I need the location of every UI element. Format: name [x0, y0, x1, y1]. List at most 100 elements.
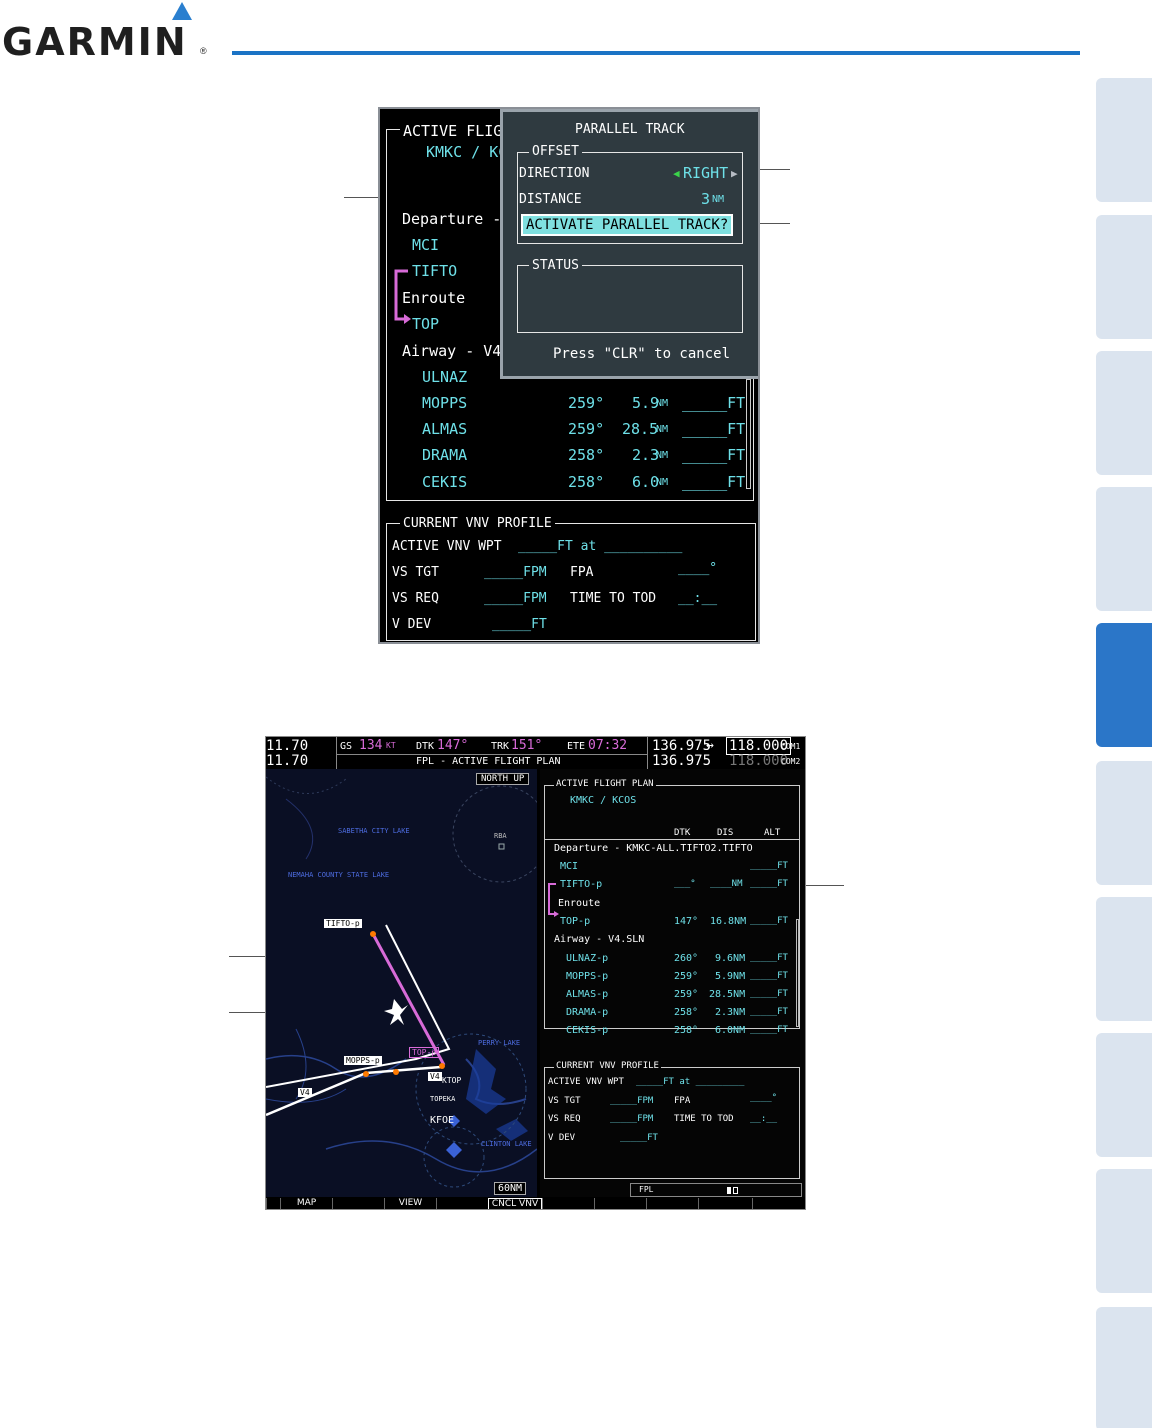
- softkey-7[interactable]: [542, 1198, 594, 1209]
- almas-alt[interactable]: _____FT: [682, 420, 745, 438]
- map-orientation-north-up[interactable]: NORTH UP: [476, 773, 530, 785]
- mfd-waypoint-ulnaz-p[interactable]: ULNAZ-p: [566, 953, 608, 964]
- softkey-map[interactable]: MAP: [280, 1198, 332, 1209]
- mfd-waypoint-mopps-p[interactable]: MOPPS-p: [566, 971, 608, 982]
- softkey-cncl-vnv[interactable]: CNCL VNV: [488, 1198, 542, 1209]
- com2-standby[interactable]: 136.975: [652, 753, 711, 769]
- mfd-departure-header: Departure - KMKC-ALL.TIFTO2.TIFTO: [554, 843, 753, 854]
- mfd-display: 11.70 11.70 GS 134 KT DTK 147° TRK 151° …: [265, 736, 806, 1210]
- section-tab-6[interactable]: [1096, 761, 1152, 885]
- mfd-drama-alt[interactable]: _____FT: [750, 1007, 788, 1017]
- map-label-mopps[interactable]: MOPPS-p: [344, 1056, 382, 1065]
- softkey-10[interactable]: [698, 1198, 752, 1209]
- vs-req-label: VS REQ: [392, 591, 439, 606]
- mfd-enroute-header: Enroute: [558, 898, 601, 909]
- active-vnv-wpt-value: _____FT at __________: [518, 539, 683, 554]
- softkey-11[interactable]: [752, 1198, 805, 1209]
- softkey-1[interactable]: [266, 1198, 280, 1209]
- section-tab-3[interactable]: [1096, 351, 1152, 475]
- gs-value: 134: [359, 738, 383, 753]
- softkey-3[interactable]: [332, 1198, 384, 1209]
- waypoint-drama[interactable]: DRAMA: [422, 446, 467, 464]
- map-range[interactable]: 60NM: [494, 1182, 527, 1195]
- softkey-9[interactable]: [646, 1198, 698, 1209]
- waypoint-almas[interactable]: ALMAS: [422, 420, 467, 438]
- vs-req-value: _____FPM: [484, 591, 547, 606]
- ete-label: ETE: [567, 741, 586, 752]
- page-group-active-icon: [727, 1187, 731, 1194]
- section-tab-5-active[interactable]: [1096, 623, 1152, 747]
- mfd-ulnaz-dis: 9.6NM: [715, 953, 746, 964]
- mfd-mopps-alt[interactable]: _____FT: [750, 971, 788, 981]
- section-tab-4[interactable]: [1096, 487, 1152, 611]
- map-label-tifto[interactable]: TIFTO-p: [324, 919, 362, 928]
- mfd-cekis-alt[interactable]: _____FT: [750, 1025, 788, 1035]
- gs-label: GS: [340, 741, 353, 752]
- mfd-tifto-alt[interactable]: _____FT: [750, 879, 788, 889]
- mopps-dis-unit: NM: [656, 398, 669, 409]
- mfd-mci-alt[interactable]: _____FT: [750, 861, 788, 871]
- garmin-logo: GARMIN: [2, 20, 188, 64]
- mfd-active-vnv-wpt-label: ACTIVE VNV WPT: [548, 1077, 624, 1087]
- nav2-frequency[interactable]: 11.70: [266, 753, 308, 769]
- distance-value[interactable]: 3: [701, 190, 710, 208]
- column-dis: DIS: [717, 828, 734, 838]
- nav1-frequency[interactable]: 11.70: [266, 738, 308, 754]
- section-tab-10[interactable]: [1096, 1307, 1152, 1428]
- navigation-map[interactable]: NORTH UP SABETHA CITY LAKE NEMAHA COUNTY…: [266, 769, 537, 1197]
- mfd-flight-plan-scrollbar[interactable]: [796, 919, 799, 1027]
- drama-alt[interactable]: _____FT: [682, 446, 745, 464]
- mfd-almas-alt[interactable]: _____FT: [750, 989, 788, 999]
- waypoint-mopps[interactable]: MOPPS: [422, 394, 467, 412]
- waypoint-top[interactable]: TOP: [412, 315, 439, 333]
- frequency-swap-icon[interactable]: ↔: [706, 738, 714, 753]
- map-label-sabetha-lake: SABETHA CITY LAKE: [338, 827, 410, 835]
- mfd-ulnaz-alt[interactable]: _____FT: [750, 953, 788, 963]
- softkey-8[interactable]: [594, 1198, 646, 1209]
- map-label-rba: RBA: [494, 832, 507, 840]
- mfd-route-text: KMKC / KCOS: [570, 795, 637, 806]
- section-tab-9[interactable]: [1096, 1169, 1152, 1293]
- direction-value[interactable]: RIGHT: [683, 164, 728, 182]
- direction-right-arrow-icon[interactable]: ▶: [731, 167, 738, 180]
- softkey-view[interactable]: VIEW: [384, 1198, 436, 1209]
- waypoint-mci[interactable]: MCI: [412, 236, 439, 254]
- mfd-waypoint-tifto-p[interactable]: TIFTO-p: [560, 879, 602, 890]
- flight-plan-scrollbar[interactable]: [746, 379, 751, 489]
- mfd-almas-dis: 28.5NM: [709, 989, 746, 1000]
- mfd-waypoint-cekis-p[interactable]: CEKIS-p: [566, 1025, 608, 1036]
- waypoint-ulnaz[interactable]: ULNAZ: [422, 368, 467, 386]
- com1-standby[interactable]: 136.975: [652, 738, 711, 754]
- map-label-top[interactable]: TOP-p: [409, 1047, 440, 1058]
- mfd-cekis-dtk: 258°: [674, 1025, 699, 1036]
- mfd-cekis-dis: 6.0NM: [715, 1025, 746, 1036]
- mfd-top-dtk: 147°: [674, 916, 699, 927]
- mopps-alt[interactable]: _____FT: [682, 394, 745, 412]
- cancel-instruction: Press "CLR" to cancel: [553, 346, 731, 362]
- waypoint-cekis[interactable]: CEKIS: [422, 473, 467, 491]
- section-tab-1[interactable]: [1096, 78, 1152, 202]
- softkey-5[interactable]: [436, 1198, 488, 1209]
- section-tab-2[interactable]: [1096, 215, 1152, 339]
- cekis-alt[interactable]: _____FT: [682, 473, 745, 491]
- fpl-page-label: FPL: [639, 1185, 654, 1194]
- mfd-waypoint-drama-p[interactable]: DRAMA-p: [566, 1007, 608, 1018]
- mfd-top-dis: 16.8NM: [710, 916, 747, 927]
- mfd-tifto-dtk: ___°: [674, 879, 696, 889]
- map-label-perry-lake: PERRY LAKE: [478, 1039, 521, 1047]
- com2-active[interactable]: 118.000: [729, 753, 788, 769]
- section-tab-7[interactable]: [1096, 897, 1152, 1021]
- mfd-top-alt[interactable]: _____FT: [750, 916, 788, 926]
- mfd-active-leg-arrow-icon: [548, 883, 559, 917]
- mfd-waypoint-top-p[interactable]: TOP-p: [560, 916, 590, 927]
- ete-value: 07:32: [588, 738, 628, 753]
- mfd-waypoint-mci[interactable]: MCI: [560, 861, 578, 872]
- distance-label: DISTANCE: [519, 192, 582, 207]
- waypoint-tifto[interactable]: TIFTO: [412, 262, 457, 280]
- vnv-profile-title: CURRENT VNV PROFILE: [400, 516, 555, 531]
- trk-label: TRK: [491, 741, 510, 752]
- mfd-waypoint-almas-p[interactable]: ALMAS-p: [566, 989, 608, 1000]
- section-tab-8[interactable]: [1096, 1033, 1152, 1157]
- activate-parallel-track-button[interactable]: ACTIVATE PARALLEL TRACK?: [521, 214, 734, 236]
- direction-left-arrow-icon[interactable]: ◀: [673, 167, 680, 180]
